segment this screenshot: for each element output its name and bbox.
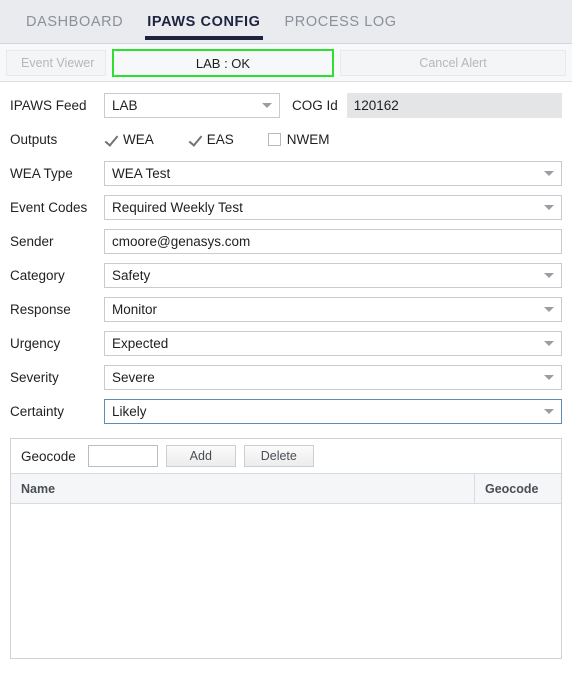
tab-ipaws-config[interactable]: IPAWS CONFIG xyxy=(135,14,272,43)
certainty-value: Likely xyxy=(112,403,147,419)
geocode-label: Geocode xyxy=(21,448,76,464)
chevron-down-icon xyxy=(544,205,554,210)
response-value: Monitor xyxy=(112,301,158,317)
ipaws-feed-value: LAB xyxy=(112,97,138,113)
wea-type-value: WEA Test xyxy=(112,165,171,181)
action-toolbar: Event Viewer LAB : OK Cancel Alert xyxy=(0,44,572,82)
event-codes-value: Required Weekly Test xyxy=(112,199,243,215)
ipaws-config-form: IPAWS Feed LAB COG Id 120162 Outputs WEA… xyxy=(0,82,572,428)
certainty-label: Certainty xyxy=(10,403,65,419)
geocode-table-body xyxy=(11,504,561,658)
geocode-table-header: Name Geocode xyxy=(11,473,561,504)
geocode-toolbar: Geocode Add Delete xyxy=(11,439,561,473)
checkbox-nwem[interactable]: NWEM xyxy=(267,131,330,147)
row-severity: Severity Severe xyxy=(10,360,562,394)
severity-select[interactable]: Severe xyxy=(104,364,562,390)
category-label: Category xyxy=(10,267,65,283)
tab-process-log[interactable]: PROCESS LOG xyxy=(273,14,409,43)
column-header-geocode[interactable]: Geocode xyxy=(475,474,561,503)
checkbox-nwem-label: NWEM xyxy=(286,131,330,147)
chevron-down-icon xyxy=(544,375,554,380)
cog-id-value: 120162 xyxy=(346,92,562,118)
category-select[interactable]: Safety xyxy=(104,262,562,288)
checkbox-eas-label: EAS xyxy=(206,131,234,147)
row-outputs: Outputs WEA EAS NWEM xyxy=(10,122,562,156)
geocode-delete-button[interactable]: Delete xyxy=(243,445,314,467)
severity-value: Severe xyxy=(112,369,155,385)
sender-value: cmoore@genasys.com xyxy=(112,233,251,249)
checkbox-wea[interactable]: WEA xyxy=(104,132,154,147)
row-urgency: Urgency Expected xyxy=(10,326,562,360)
chevron-down-icon xyxy=(262,103,272,108)
row-certainty: Certainty Likely xyxy=(10,394,562,428)
ipaws-feed-select[interactable]: LAB xyxy=(104,92,280,118)
row-response: Response Monitor xyxy=(10,292,562,326)
tab-dashboard[interactable]: DASHBOARD xyxy=(14,14,135,43)
chevron-down-icon xyxy=(544,409,554,414)
checkbox-unchecked-icon xyxy=(267,132,281,146)
urgency-value: Expected xyxy=(112,335,169,351)
event-codes-select[interactable]: Required Weekly Test xyxy=(104,194,562,220)
row-event-codes: Event Codes Required Weekly Test xyxy=(10,190,562,224)
wea-type-label: WEA Type xyxy=(10,165,73,181)
row-ipaws-feed: IPAWS Feed LAB COG Id 120162 xyxy=(10,88,562,122)
geocode-input[interactable] xyxy=(87,445,158,467)
certainty-select[interactable]: Likely xyxy=(104,398,562,424)
chevron-down-icon xyxy=(544,307,554,312)
event-codes-label: Event Codes xyxy=(10,199,88,215)
severity-label: Severity xyxy=(10,369,59,385)
category-value: Safety xyxy=(112,267,151,283)
feed-status-button[interactable]: LAB : OK xyxy=(112,48,334,77)
geocode-panel: Geocode Add Delete Name Geocode xyxy=(10,438,562,659)
tab-bar: DASHBOARD IPAWS CONFIG PROCESS LOG xyxy=(0,0,572,44)
checkbox-checked-icon xyxy=(104,132,117,146)
sender-label: Sender xyxy=(10,233,54,249)
wea-type-select[interactable]: WEA Test xyxy=(104,160,562,186)
row-sender: Sender cmoore@genasys.com xyxy=(10,224,562,258)
urgency-select[interactable]: Expected xyxy=(104,330,562,356)
cancel-alert-button[interactable]: Cancel Alert xyxy=(340,49,566,76)
chevron-down-icon xyxy=(544,171,554,176)
sender-input[interactable]: cmoore@genasys.com xyxy=(104,228,562,254)
row-category: Category Safety xyxy=(10,258,562,292)
outputs-label: Outputs xyxy=(10,131,58,147)
checkbox-wea-label: WEA xyxy=(123,131,154,147)
response-label: Response xyxy=(10,301,71,317)
row-wea-type: WEA Type WEA Test xyxy=(10,156,562,190)
ipaws-feed-label: IPAWS Feed xyxy=(10,97,87,113)
cog-id-label: COG Id xyxy=(292,97,338,113)
chevron-down-icon xyxy=(544,341,554,346)
chevron-down-icon xyxy=(544,273,554,278)
column-header-name[interactable]: Name xyxy=(11,474,475,503)
response-select[interactable]: Monitor xyxy=(104,296,562,322)
checkbox-checked-icon xyxy=(187,132,201,146)
event-viewer-button[interactable]: Event Viewer xyxy=(6,49,106,76)
checkbox-eas[interactable]: EAS xyxy=(187,131,234,147)
outputs-checkbox-group: WEA EAS NWEM xyxy=(104,132,562,147)
geocode-add-button[interactable]: Add xyxy=(165,445,236,467)
urgency-label: Urgency xyxy=(10,335,61,351)
